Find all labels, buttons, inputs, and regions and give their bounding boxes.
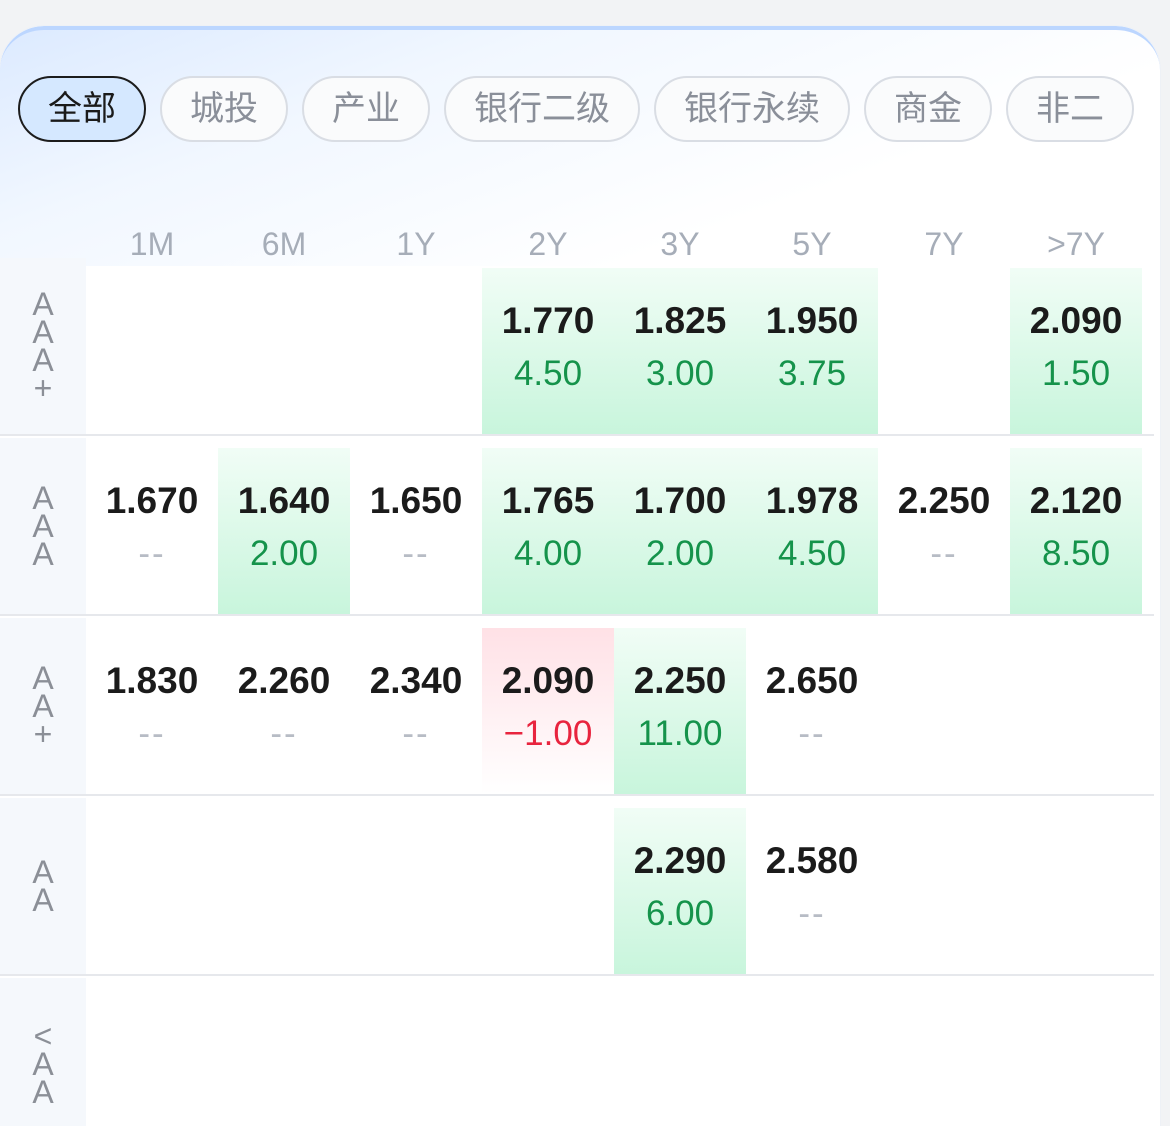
yield-change: -- (402, 534, 430, 573)
yield-change: 1.50 (1041, 354, 1111, 393)
yield-change: 2.00 (645, 534, 715, 573)
yield-change: 4.50 (777, 534, 847, 573)
yield-cell[interactable]: 2.120 8.50 (1010, 448, 1142, 614)
yield-value: 2.090 (501, 660, 595, 701)
yield-cell[interactable]: 2.290 6.00 (614, 808, 746, 974)
yield-cell[interactable]: 2.250 -- (878, 448, 1010, 614)
yield-cell[interactable]: 1.950 3.75 (746, 268, 878, 434)
yield-value: 2.120 (1029, 480, 1123, 521)
yield-value: 1.640 (237, 480, 331, 521)
yield-value: 2.580 (765, 840, 859, 881)
rating-row: <AA (0, 978, 1154, 1126)
rating-label-text: <AA (32, 1018, 54, 1110)
yield-value: 2.250 (897, 480, 991, 521)
rating-label-text: AA+ (32, 660, 54, 752)
rating-label: AAA+ (0, 258, 86, 434)
yield-change: 4.50 (513, 354, 583, 393)
yield-change: -- (138, 714, 166, 753)
yield-change: -- (798, 894, 826, 933)
yield-cell[interactable]: 1.650 -- (350, 448, 482, 614)
yield-cell[interactable]: 1.640 2.00 (218, 448, 350, 614)
yield-value: 2.650 (765, 660, 859, 701)
rating-row: AAA+ 1.770 4.50 1.825 3.00 1.950 3.75 2.090 1.50 (0, 258, 1154, 436)
yield-value: 1.825 (633, 300, 727, 341)
yield-cell[interactable]: 1.700 2.00 (614, 448, 746, 614)
yield-value: 1.830 (105, 660, 199, 701)
tab-1[interactable]: 城投 (160, 76, 288, 142)
yield-change: -- (798, 714, 826, 753)
rating-label: <AA (0, 978, 86, 1126)
yield-change: 3.75 (777, 354, 847, 393)
category-tabs: 全部 城投 产业 银行二级 银行永续 商金 非二 (18, 76, 1140, 148)
yield-value: 1.670 (105, 480, 199, 521)
yield-cell[interactable]: 1.770 4.50 (482, 268, 614, 434)
yield-change: −1.00 (503, 714, 593, 753)
yield-value: 1.765 (501, 480, 595, 521)
yield-change: 3.00 (645, 354, 715, 393)
yield-change: 8.50 (1041, 534, 1111, 573)
tab-4[interactable]: 银行永续 (654, 76, 850, 142)
yield-change: 4.00 (513, 534, 583, 573)
tab-3[interactable]: 银行二级 (444, 76, 640, 142)
yield-value: 1.950 (765, 300, 859, 341)
rating-label: AA+ (0, 618, 86, 794)
yield-cell[interactable]: 1.825 3.00 (614, 268, 746, 434)
rating-row: AA 2.290 6.00 2.580 -- (0, 798, 1154, 976)
yield-value: 1.770 (501, 300, 595, 341)
yield-cell[interactable]: 1.765 4.00 (482, 448, 614, 614)
yield-value: 2.290 (633, 840, 727, 881)
yield-value: 1.650 (369, 480, 463, 521)
yield-cell[interactable]: 1.670 -- (86, 448, 218, 614)
rating-label: AAA (0, 438, 86, 614)
yield-value: 2.250 (633, 660, 727, 701)
tab-6[interactable]: 非二 (1006, 76, 1134, 142)
yield-cell[interactable]: 1.978 4.50 (746, 448, 878, 614)
rating-label-text: AA (32, 854, 54, 918)
tab-2[interactable]: 产业 (302, 76, 430, 142)
rating-label: AA (0, 798, 86, 974)
yield-value: 2.090 (1029, 300, 1123, 341)
yield-value: 1.700 (633, 480, 727, 521)
yield-cell[interactable]: 2.250 11.00 (614, 628, 746, 794)
rating-label-text: AAA+ (32, 286, 54, 406)
yield-change: -- (270, 714, 298, 753)
yield-cell[interactable]: 2.650 -- (746, 628, 878, 794)
tab-5[interactable]: 商金 (864, 76, 992, 142)
yield-change: 2.00 (249, 534, 319, 573)
yield-cell[interactable]: 1.830 -- (86, 628, 218, 794)
yield-cell[interactable]: 2.260 -- (218, 628, 350, 794)
yield-value: 2.260 (237, 660, 331, 701)
rating-tenor-card: 全部 城投 产业 银行二级 银行永续 商金 非二 1M 6M 1Y 2Y 3Y 5Y 7Y >7Y AAA… (0, 26, 1160, 1126)
rating-row: AAA 1.670 -- 1.640 2.00 1.650 -- 1.765 4.00 1.700… (0, 438, 1154, 616)
yield-cell[interactable]: 2.090 −1.00 (482, 628, 614, 794)
rating-row: AA+ 1.830 -- 2.260 -- 2.340 -- 2.090 −1.00 2.250 1… (0, 618, 1154, 796)
yield-change: 6.00 (645, 894, 715, 933)
yield-value: 2.340 (369, 660, 463, 701)
yield-change: -- (930, 534, 958, 573)
yield-change: -- (402, 714, 430, 753)
yield-value: 1.978 (765, 480, 859, 521)
yield-cell[interactable]: 2.090 1.50 (1010, 268, 1142, 434)
yield-change: -- (138, 534, 166, 573)
rating-label-text: AAA (32, 480, 54, 572)
yield-cell[interactable]: 2.340 -- (350, 628, 482, 794)
yield-change: 11.00 (637, 714, 723, 753)
tab-0[interactable]: 全部 (18, 76, 146, 142)
yield-cell[interactable]: 2.580 -- (746, 808, 878, 974)
